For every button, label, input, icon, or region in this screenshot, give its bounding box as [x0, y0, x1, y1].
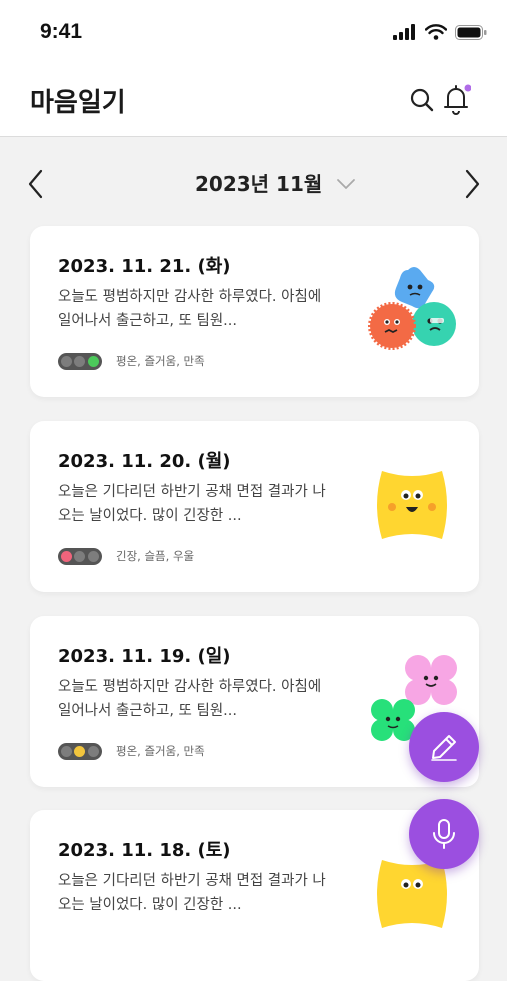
- mood-traffic-light: [58, 353, 102, 370]
- pencil-icon: [431, 735, 457, 761]
- entry-preview-line: 일어나서 출근하고, 또 팀원...: [58, 313, 238, 329]
- mood-light-dot: [74, 356, 86, 367]
- entry-preview: 오늘은 기다리던 하반기 공채 면접 결과가 나 오는 날이었다. 많이 긴장한…: [58, 869, 358, 917]
- month-dropdown-button[interactable]: [336, 175, 356, 194]
- mood-traffic-light: [58, 743, 102, 760]
- voice-entry-button[interactable]: [409, 799, 479, 869]
- mood-light-dot: [61, 551, 73, 562]
- entry-date: 2023. 11. 18. (토): [58, 840, 231, 861]
- diary-entry-card[interactable]: 2023. 11. 20. (월) 오늘은 기다리던 하반기 공채 면접 결과가…: [30, 421, 479, 592]
- wifi-icon: [425, 24, 447, 40]
- mood-light-dot: [87, 356, 99, 367]
- entry-preview: 오늘은 기다리던 하반기 공채 면접 결과가 나 오는 날이었다. 많이 긴장한…: [58, 480, 358, 528]
- battery-icon: [455, 24, 487, 40]
- status-icons: [393, 24, 487, 40]
- mood-light-dot: [74, 746, 86, 757]
- entry-date: 2023. 11. 19. (일): [58, 646, 231, 667]
- bell-icon: [444, 84, 471, 115]
- entry-preview-line: 오는 날이었다. 많이 긴장한 ...: [58, 897, 242, 913]
- search-button[interactable]: [406, 84, 438, 116]
- mood-character-illustration: [377, 471, 447, 539]
- prev-month-button[interactable]: [26, 168, 46, 204]
- mood-light-dot: [87, 746, 99, 757]
- status-bar: 9:41: [0, 0, 507, 68]
- entry-preview: 오늘도 평범하지만 감사한 하루였다. 아침에 일어나서 출근하고, 또 팀원.…: [58, 285, 358, 333]
- status-time: 9:41: [40, 20, 83, 43]
- app-header: 마음일기: [0, 68, 507, 137]
- entry-preview-line: 오늘은 기다리던 하반기 공채 면접 결과가 나: [58, 484, 326, 500]
- search-icon: [410, 88, 434, 112]
- emotion-tags: 평온, 즐거움, 만족: [116, 354, 205, 368]
- emotion-tags: 평온, 즐거움, 만족: [116, 744, 205, 758]
- mood-light-dot: [74, 551, 86, 562]
- mood-light-dot: [61, 746, 73, 757]
- app-title: 마음일기: [30, 88, 126, 118]
- entry-preview-line: 오늘도 평범하지만 감사한 하루였다. 아침에: [58, 679, 322, 695]
- mood-traffic-light: [58, 548, 102, 565]
- chevron-left-icon: [28, 169, 43, 199]
- mood-characters-illustration: [368, 267, 456, 350]
- write-entry-button[interactable]: [409, 712, 479, 782]
- entry-preview-line: 일어나서 출근하고, 또 팀원...: [58, 703, 238, 719]
- entry-date: 2023. 11. 20. (월): [58, 451, 231, 472]
- entry-preview-line: 오늘은 기다리던 하반기 공채 면접 결과가 나: [58, 873, 326, 889]
- emotion-tags: 긴장, 슬픔, 우울: [116, 549, 195, 563]
- entry-date: 2023. 11. 21. (화): [58, 256, 231, 277]
- entry-preview-line: 오는 날이었다. 많이 긴장한 ...: [58, 508, 242, 524]
- chevron-right-icon: [465, 169, 480, 199]
- notification-button[interactable]: [440, 84, 472, 116]
- entry-preview: 오늘도 평범하지만 감사한 하루였다. 아침에 일어나서 출근하고, 또 팀원.…: [58, 675, 358, 723]
- microphone-icon: [433, 819, 455, 849]
- next-month-button[interactable]: [462, 168, 482, 204]
- mood-light-dot: [87, 551, 99, 562]
- signal-icon: [393, 24, 415, 40]
- entry-preview-line: 오늘도 평범하지만 감사한 하루였다. 아침에: [58, 289, 322, 305]
- month-label[interactable]: 2023년 11월: [195, 168, 322, 197]
- mood-light-dot: [61, 356, 73, 367]
- month-navigation: 2023년 11월: [0, 160, 507, 206]
- diary-entry-card[interactable]: 2023. 11. 21. (화) 오늘도 평범하지만 감사한 하루였다. 아침…: [30, 226, 479, 397]
- chevron-down-icon: [337, 179, 355, 189]
